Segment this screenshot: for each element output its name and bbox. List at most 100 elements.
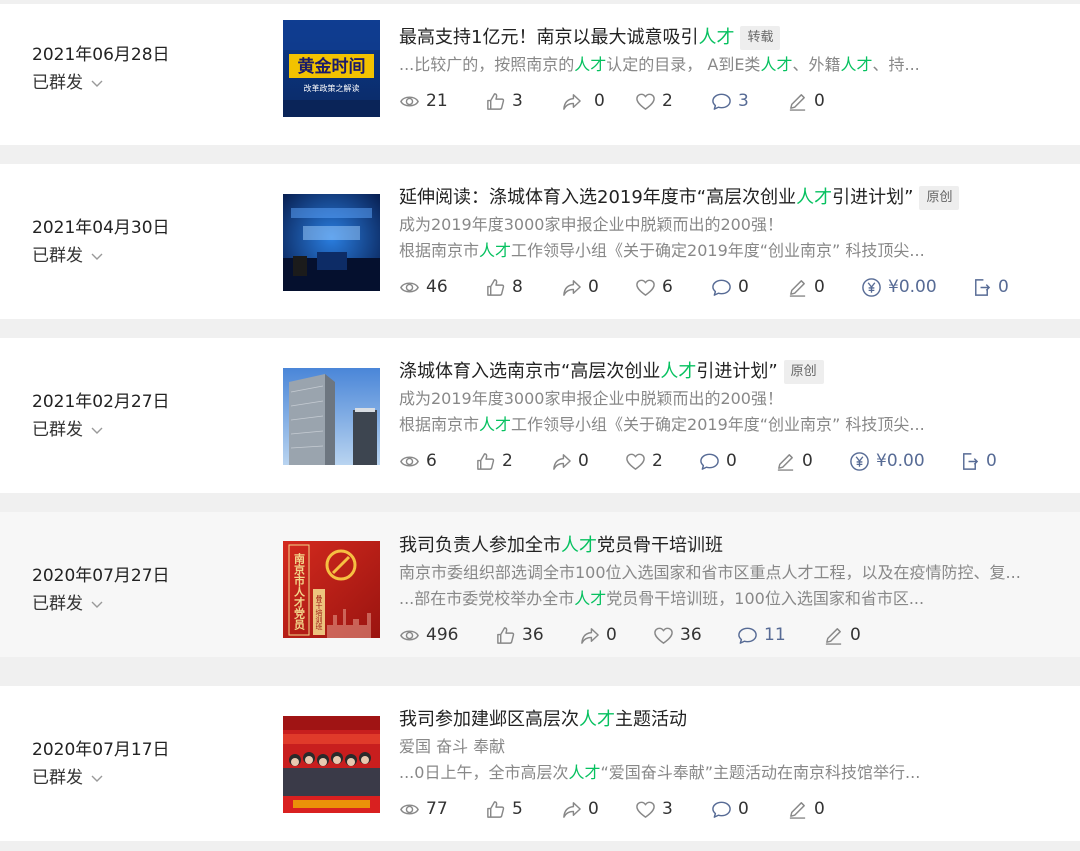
forwards-stat[interactable]: 0: [971, 277, 1031, 298]
article-title[interactable]: 延伸阅读：涤城体育入选2019年度市“高层次创业人才引进计划”: [399, 184, 913, 212]
article-thumbnail[interactable]: 南京市人才党员 骨干培训班: [283, 541, 380, 638]
writes-stat[interactable]: 0: [787, 91, 863, 112]
reward-stat[interactable]: ¥0.00: [849, 451, 959, 472]
likes-stat[interactable]: 5: [485, 799, 561, 820]
article-summary: 南京市委组织部选调全市100位入选国家和省市区重点人才工程，以及在疫情防控、复.…: [399, 563, 1021, 582]
share-icon: [563, 801, 581, 818]
shares-stat[interactable]: 0: [579, 625, 653, 646]
article-summary: 爱国 奋斗 奉献: [399, 737, 506, 756]
share-icon: [553, 453, 571, 470]
stats-bar: 6 2 0 2 0 0 ¥0.00 0: [399, 446, 1056, 476]
thumbnail-text: 南京市人才党员: [293, 552, 306, 631]
views-stat[interactable]: 496: [399, 625, 495, 646]
writes-stat[interactable]: 0: [775, 451, 849, 472]
writes-stat[interactable]: 0: [787, 277, 861, 298]
chevron-down-icon: [91, 775, 103, 782]
comments-stat[interactable]: 11: [737, 625, 823, 646]
heart-icon: [654, 627, 673, 644]
yen-coin-icon: [850, 451, 869, 471]
thumbs-up-icon: [477, 452, 495, 470]
status-label: 已群发: [32, 246, 83, 266]
article-content: 我司负责人参加全市人才党员骨干培训班 南京市委组织部选调全市100位入选国家和省…: [399, 532, 1056, 650]
views-stat[interactable]: 6: [399, 451, 475, 472]
article-summary: 根据南京市人才工作领导小组《关于确定2019年度“创业南京” 科技顶尖...: [399, 241, 925, 260]
thumbs-up-icon: [487, 278, 505, 296]
eye-icon: [400, 455, 419, 467]
likes-stat[interactable]: 36: [495, 625, 579, 646]
favorites-stat[interactable]: 2: [625, 451, 699, 472]
eye-icon: [400, 95, 419, 107]
forwards-stat[interactable]: 0: [959, 451, 1019, 472]
stats-bar: 21 3 0 2 3 0: [399, 86, 1056, 116]
comment-icon: [712, 801, 731, 818]
status-dropdown[interactable]: 已群发: [32, 591, 252, 617]
favorites-stat[interactable]: 3: [635, 799, 711, 820]
reward-stat[interactable]: ¥0.00: [861, 277, 971, 298]
shares-stat[interactable]: 0: [551, 451, 625, 472]
favorites-stat[interactable]: 6: [635, 277, 711, 298]
views-stat[interactable]: 21: [399, 91, 485, 112]
article-title[interactable]: 我司负责人参加全市人才党员骨干培训班: [399, 532, 723, 560]
comment-icon: [712, 93, 731, 110]
article-summary: ...部在市委党校举办全市人才党员骨干培训班，100位入选国家和省市区...: [399, 589, 925, 608]
forward-doc-icon: [963, 452, 979, 470]
article-title[interactable]: 涤城体育入选南京市“高层次创业人才引进计划”: [399, 358, 778, 386]
status-dropdown[interactable]: 已群发: [32, 70, 252, 96]
likes-stat[interactable]: 3: [485, 91, 561, 112]
article-card: 2020年07月27日 已群发 南京市人才党员 骨干培训班 我司负责人参加全市人…: [0, 512, 1080, 657]
thumbnail-text: 黄金时间: [298, 56, 366, 77]
status-dropdown[interactable]: 已群发: [32, 243, 252, 269]
views-stat[interactable]: 46: [399, 277, 485, 298]
comment-icon: [712, 279, 731, 296]
status-dropdown[interactable]: 已群发: [32, 417, 252, 443]
shares-stat[interactable]: 0: [561, 91, 635, 112]
stats-bar: 46 8 0 6 0 0 ¥0.00 0: [399, 272, 1056, 302]
chevron-down-icon: [91, 427, 103, 434]
likes-stat[interactable]: 2: [475, 451, 551, 472]
comments-stat[interactable]: 0: [711, 277, 787, 298]
article-summary: ...0日上午，全市高层次人才“爱国奋斗奉献”主题活动在南京科技馆举行...: [399, 763, 921, 782]
article-summary: 根据南京市人才工作领导小组《关于确定2019年度“创业南京” 科技顶尖...: [399, 415, 925, 434]
article-thumbnail[interactable]: [283, 368, 380, 465]
share-icon: [563, 279, 581, 296]
heart-icon: [636, 279, 655, 296]
share-icon: [581, 627, 599, 644]
shares-stat[interactable]: 0: [561, 799, 635, 820]
article-content: 涤城体育入选南京市“高层次创业人才引进计划” 原创 成为2019年度3000家申…: [399, 358, 1056, 476]
pen-icon: [789, 801, 806, 819]
article-title[interactable]: 最高支持1亿元！南京以最大诚意吸引人才: [399, 24, 734, 52]
comment-icon: [700, 453, 719, 470]
status-dropdown[interactable]: 已群发: [32, 765, 252, 791]
publish-date: 2021年02月27日: [32, 392, 170, 412]
likes-stat[interactable]: 8: [485, 277, 561, 298]
comments-stat[interactable]: 0: [699, 451, 775, 472]
article-card: 2020年07月17日 已群发 我司参加建邺区高层次人才主题活动 爱国 奋斗 奉…: [0, 686, 1080, 841]
writes-stat[interactable]: 0: [787, 799, 863, 820]
chevron-down-icon: [91, 601, 103, 608]
article-content: 最高支持1亿元！南京以最大诚意吸引人才 转载 ...比较广的，按照南京的人才认定…: [399, 24, 1056, 116]
thumbs-up-icon: [487, 800, 505, 818]
favorites-stat[interactable]: 36: [653, 625, 737, 646]
article-title[interactable]: 我司参加建邺区高层次人才主题活动: [399, 706, 687, 734]
article-card: 2021年04月30日 已群发 延伸阅读：涤城体育入选2019年度市“高层次创业…: [0, 164, 1080, 319]
pen-icon: [777, 453, 794, 471]
article-thumbnail[interactable]: [283, 716, 380, 813]
heart-icon: [636, 801, 655, 818]
share-icon: [563, 93, 581, 110]
favorites-stat[interactable]: 2: [635, 91, 711, 112]
writes-stat[interactable]: 0: [823, 625, 899, 646]
article-summary: ...比较广的，按照南京的人才认定的目录， A到E类人才、外籍人才、持...: [399, 55, 920, 74]
thumbnail-text: 骨干培训班: [315, 595, 323, 631]
article-thumbnail[interactable]: 黄金时间 改革政策之解读: [283, 20, 380, 117]
article-summary: 成为2019年度3000家申报企业中脱颖而出的200强！: [399, 389, 783, 408]
article-list: 2021年06月28日 已群发 黄金时间 改革政策之解读 最高支持1亿元！南京以…: [0, 0, 1080, 851]
shares-stat[interactable]: 0: [561, 277, 635, 298]
article-thumbnail[interactable]: [283, 194, 380, 291]
comments-stat[interactable]: 3: [711, 91, 787, 112]
article-content: 我司参加建邺区高层次人才主题活动 爱国 奋斗 奉献 ...0日上午，全市高层次人…: [399, 706, 1056, 824]
article-summary: 成为2019年度3000家申报企业中脱颖而出的200强！: [399, 215, 783, 234]
views-stat[interactable]: 77: [399, 799, 485, 820]
comments-stat[interactable]: 0: [711, 799, 787, 820]
forward-doc-icon: [975, 278, 991, 296]
date-column: 2020年07月17日 已群发: [32, 737, 252, 791]
